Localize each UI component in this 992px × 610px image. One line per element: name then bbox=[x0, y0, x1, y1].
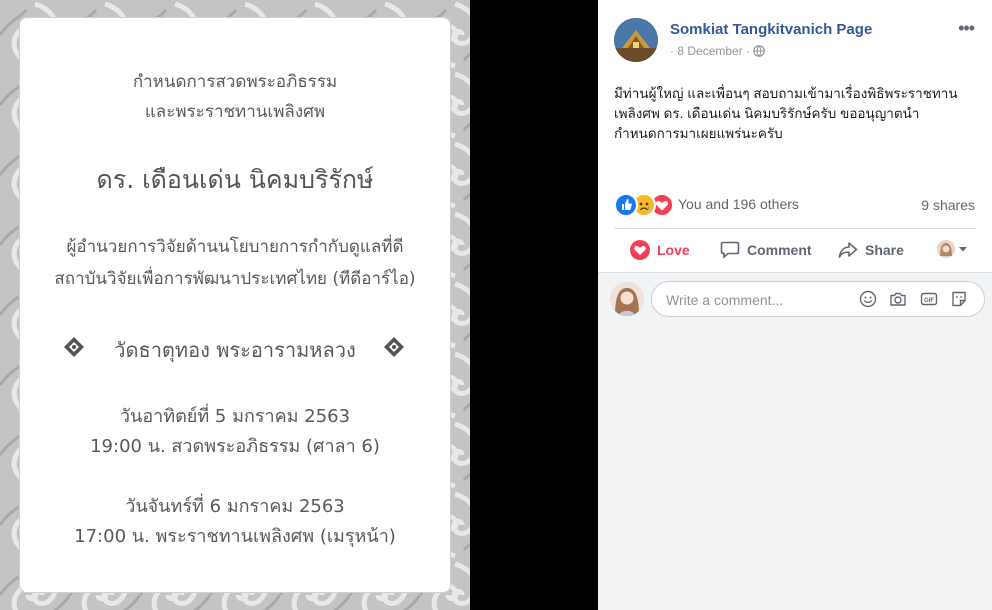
current-user-avatar[interactable] bbox=[610, 282, 644, 316]
post-meta: · 8 December · bbox=[670, 44, 766, 58]
comment-composer-area bbox=[598, 273, 992, 610]
day1-event: 19:00 น. สวดพระอภิธรรม (ศาลา 6) bbox=[90, 436, 380, 457]
camera-icon[interactable] bbox=[889, 290, 907, 308]
day2-event: 17:00 น. พระราชทานเพลิงศพ (เมรุหน้า) bbox=[74, 526, 396, 547]
divider bbox=[614, 228, 976, 229]
post-date[interactable]: 8 December bbox=[677, 44, 742, 58]
user-avatar-icon bbox=[610, 282, 644, 316]
love-label: Love bbox=[657, 242, 690, 258]
comment-box[interactable]: GIF bbox=[651, 281, 985, 318]
svg-text:GIF: GIF bbox=[924, 298, 934, 304]
role-line2: สถาบันวิจัยเพื่อการพัฒนาประเทศไทย (ทีดีอ… bbox=[54, 269, 416, 289]
post-text: มีท่านผู้ใหญ่ และเพื่อนๆ สอบถามเข้ามาเรื… bbox=[614, 86, 958, 141]
chevron-down-icon bbox=[959, 247, 967, 252]
diamond-ornament-right-icon bbox=[384, 337, 404, 357]
love-reaction-icon bbox=[630, 240, 650, 260]
sticker-icon[interactable] bbox=[950, 290, 968, 308]
meta-separator: · bbox=[746, 44, 751, 58]
more-options-button[interactable]: ••• bbox=[958, 18, 975, 39]
page-name-link[interactable]: Somkiat Tangkitvanich Page bbox=[670, 21, 872, 38]
page-avatar[interactable] bbox=[614, 18, 658, 62]
gif-icon[interactable]: GIF bbox=[920, 290, 938, 308]
invitation-card: กำหนดการสวดพระอภิธรรม และพระราชทานเพลิงศ… bbox=[19, 17, 451, 593]
comment-button[interactable]: Comment bbox=[720, 238, 812, 262]
reaction-selector[interactable] bbox=[937, 240, 968, 258]
love-button[interactable]: Love bbox=[630, 238, 690, 262]
comment-bubble-icon bbox=[720, 241, 740, 259]
share-label: Share bbox=[865, 242, 904, 258]
comment-label: Comment bbox=[747, 242, 812, 258]
post-panel: Somkiat Tangkitvanich Page · 8 December … bbox=[598, 0, 992, 610]
deceased-name: ดร. เดือนเด่น นิคมบริรักษ์ bbox=[96, 165, 374, 194]
photo-viewer-gap bbox=[470, 0, 598, 610]
like-icon bbox=[614, 193, 638, 217]
comment-input[interactable] bbox=[664, 282, 848, 318]
user-avatar-mini-icon bbox=[937, 240, 955, 258]
share-arrow-icon bbox=[838, 242, 858, 258]
globe-icon[interactable] bbox=[753, 45, 766, 57]
reaction-count[interactable]: You and 196 others bbox=[678, 196, 799, 212]
day1-date: วันอาทิตย์ที่ 5 มกราคม 2563 bbox=[119, 406, 351, 427]
share-count[interactable]: 9 shares bbox=[921, 197, 975, 213]
day2-date: วันจันทร์ที่ 6 มกราคม 2563 bbox=[125, 496, 345, 517]
meta-separator: · bbox=[670, 44, 674, 58]
invitation-heading-line2: และพระราชทานเพลิงศพ bbox=[144, 102, 326, 122]
share-button[interactable]: Share bbox=[838, 238, 904, 262]
emoji-icon[interactable] bbox=[859, 290, 877, 308]
invitation-photo[interactable]: กำหนดการสวดพระอภิธรรม และพระราชทานเพลิงศ… bbox=[0, 0, 470, 610]
temple-avatar-icon bbox=[614, 18, 658, 62]
role-line1: ผู้อำนวยการวิจัยด้านนโยบายการกำกับดูแลที… bbox=[66, 237, 404, 257]
invitation-heading-line1: กำหนดการสวดพระอภิธรรม bbox=[132, 72, 338, 92]
